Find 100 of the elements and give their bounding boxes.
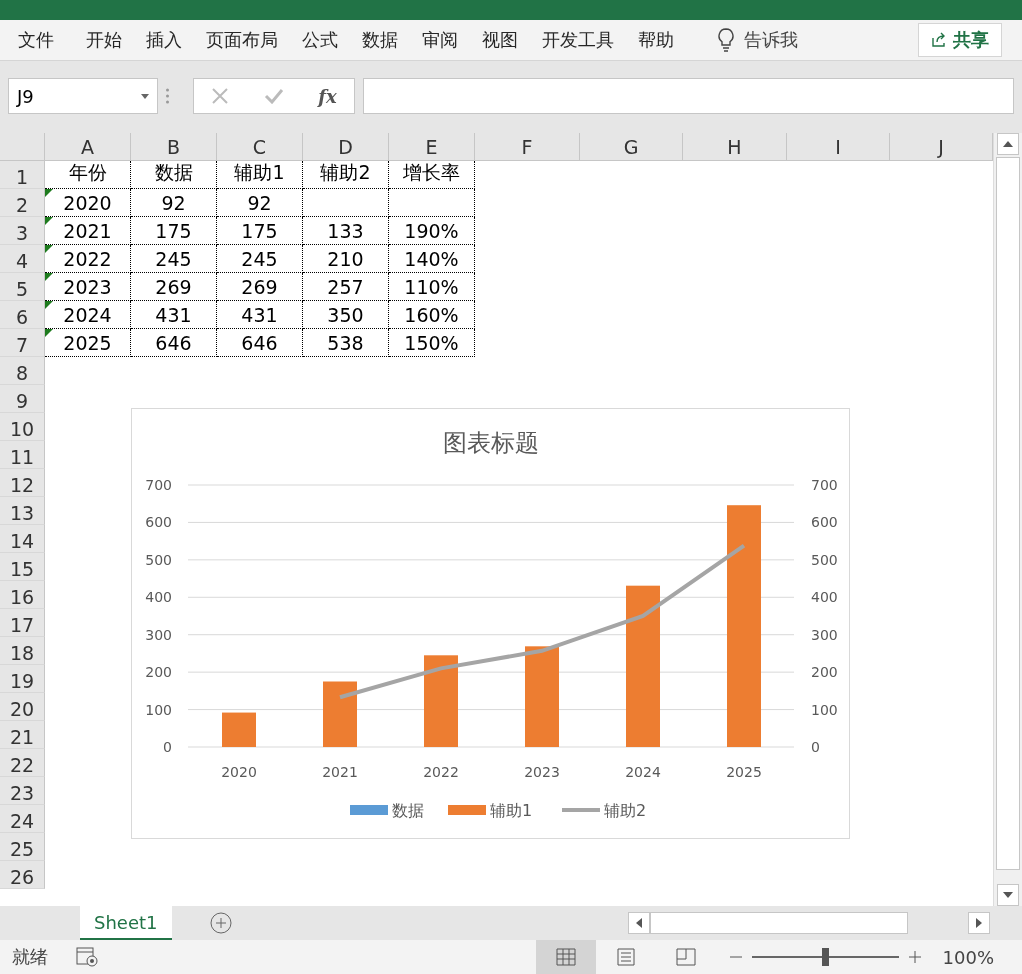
row-header[interactable]: 20 — [0, 693, 45, 721]
zoom-in-button[interactable] — [908, 951, 921, 963]
row-header[interactable]: 7 — [0, 329, 45, 357]
formula-input[interactable] — [363, 78, 1014, 114]
row-header[interactable]: 8 — [0, 357, 45, 385]
axis-tick-label: 700 — [811, 477, 838, 493]
row-header[interactable]: 15 — [0, 553, 45, 581]
ribbon-tab[interactable]: 文件 — [8, 23, 64, 57]
row-header[interactable]: 16 — [0, 581, 45, 609]
share-button[interactable]: 共享 — [918, 23, 1002, 57]
ribbon-tab[interactable]: 帮助 — [628, 23, 684, 57]
grid-icon — [555, 948, 576, 966]
axis-tick-label: 600 — [811, 514, 838, 531]
ribbon-tab[interactable]: 数据 — [352, 23, 408, 57]
ribbon-tab[interactable]: 页面布局 — [196, 23, 288, 57]
table-cell: 数据 — [131, 161, 217, 189]
column-header[interactable]: G — [580, 133, 683, 161]
row-header[interactable]: 11 — [0, 441, 45, 469]
table-cell: 269 — [131, 273, 217, 301]
lightbulb-icon — [718, 28, 734, 52]
row-header[interactable]: 9 — [0, 385, 45, 413]
table-cell: 2024 — [45, 301, 131, 329]
name-box[interactable]: J9 — [8, 78, 158, 114]
row-header[interactable]: 2 — [0, 189, 45, 217]
row-header[interactable]: 23 — [0, 777, 45, 805]
axis-tick-label: 2023 — [524, 764, 560, 780]
select-all-corner[interactable] — [0, 133, 45, 161]
axis-tick-label: 2021 — [322, 764, 358, 780]
scroll-down-button[interactable] — [997, 884, 1019, 906]
sheet-tab[interactable]: Sheet1 — [80, 906, 172, 940]
normal-view-button[interactable] — [535, 940, 596, 974]
row-header[interactable]: 22 — [0, 749, 45, 777]
ribbon-tab[interactable]: 开发工具 — [532, 23, 624, 57]
zoom-slider-thumb[interactable] — [822, 948, 830, 966]
ribbon-tab[interactable]: 审阅 — [412, 23, 468, 57]
row-header[interactable]: 13 — [0, 497, 45, 525]
table-cell: 2025 — [45, 329, 131, 357]
table-cell: 92 — [217, 189, 303, 217]
legend-label: 辅助1 — [490, 801, 533, 820]
status-text: 就绪 — [12, 945, 48, 969]
ribbon-tab[interactable]: 开始 — [76, 23, 132, 57]
table-cell: 431 — [131, 301, 217, 329]
row-header[interactable]: 4 — [0, 245, 45, 273]
row-header[interactable]: 25 — [0, 833, 45, 861]
scroll-thumb[interactable] — [650, 912, 908, 934]
tell-me-button[interactable]: 告诉我 — [710, 28, 806, 52]
axis-tick-label: 0 — [163, 739, 172, 755]
column-header[interactable]: H — [683, 133, 787, 161]
ribbon-tab[interactable]: 插入 — [136, 23, 192, 57]
check-icon[interactable] — [263, 88, 284, 104]
error-flag-icon — [45, 329, 53, 337]
add-sheet-icon[interactable] — [209, 912, 232, 934]
scroll-right-button[interactable] — [968, 912, 990, 934]
axis-tick-label: 2020 — [221, 764, 257, 780]
chart-title: 图表标题 — [443, 429, 539, 457]
zoom-level-text[interactable]: 100% — [942, 946, 994, 968]
column-header[interactable]: C — [217, 133, 303, 161]
row-header[interactable]: 21 — [0, 721, 45, 749]
table-cell: 140% — [389, 245, 475, 273]
table-cell: 646 — [131, 329, 217, 357]
axis-tick-label: 2022 — [423, 764, 459, 780]
row-header[interactable]: 3 — [0, 217, 45, 245]
column-header[interactable]: D — [303, 133, 389, 161]
axis-tick-label: 500 — [811, 551, 838, 568]
error-flag-icon — [45, 273, 53, 281]
table-cell: 160% — [389, 301, 475, 329]
table-cell: 257 — [303, 273, 389, 301]
axis-tick-label: 400 — [811, 589, 838, 606]
table-cell: 2023 — [45, 273, 131, 301]
column-header[interactable]: I — [787, 133, 890, 161]
scroll-up-button[interactable] — [997, 133, 1019, 155]
column-header[interactable]: A — [45, 133, 131, 161]
axis-tick-label: 100 — [811, 701, 838, 718]
legend-swatch-icon — [350, 805, 388, 815]
legend-label: 辅助2 — [604, 801, 647, 820]
insert-function-button[interactable]: fx — [318, 85, 337, 107]
column-header[interactable]: F — [475, 133, 580, 161]
row-header[interactable]: 19 — [0, 665, 45, 693]
legend-label: 数据 — [392, 801, 424, 820]
ribbon-tab[interactable]: 公式 — [292, 23, 348, 57]
row-header[interactable]: 5 — [0, 273, 45, 301]
ribbon-tab[interactable]: 视图 — [472, 23, 528, 57]
row-header[interactable]: 24 — [0, 805, 45, 833]
scroll-thumb[interactable] — [996, 157, 1020, 870]
row-header[interactable]: 14 — [0, 525, 45, 553]
row-header[interactable]: 26 — [0, 861, 45, 889]
grip-icon — [166, 88, 169, 104]
row-header[interactable]: 10 — [0, 413, 45, 441]
column-header[interactable]: B — [131, 133, 217, 161]
column-header[interactable]: J — [890, 133, 993, 161]
row-header[interactable]: 6 — [0, 301, 45, 329]
scroll-left-button[interactable] — [628, 912, 650, 934]
row-header[interactable]: 17 — [0, 609, 45, 637]
axis-tick-label: 500 — [145, 551, 172, 568]
macro-record-icon[interactable] — [76, 947, 98, 967]
row-header[interactable]: 18 — [0, 637, 45, 665]
cancel-icon[interactable] — [211, 87, 230, 105]
column-header[interactable]: E — [389, 133, 475, 161]
row-header[interactable]: 1 — [0, 161, 45, 189]
row-header[interactable]: 12 — [0, 469, 45, 497]
